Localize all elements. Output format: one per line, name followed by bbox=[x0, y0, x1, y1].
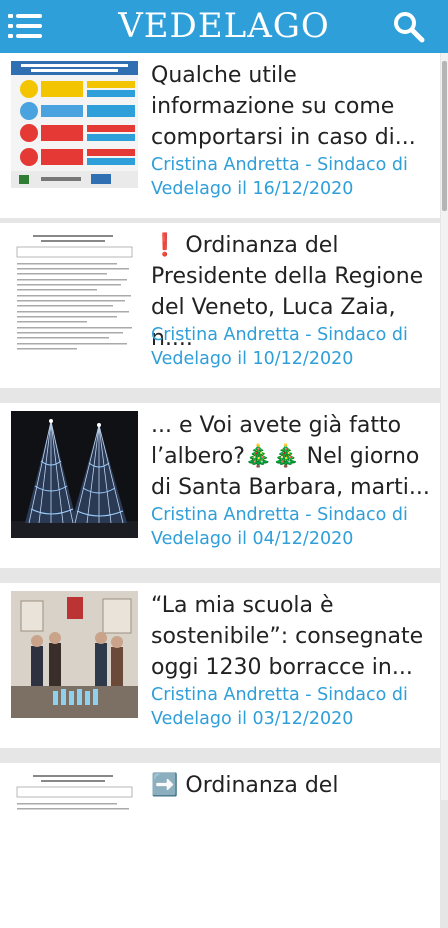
post-thumbnail-school-event bbox=[11, 591, 138, 718]
scrollbar[interactable] bbox=[441, 53, 448, 800]
post-title[interactable]: “La mia scuola è sostenibile”: consegnat… bbox=[151, 590, 437, 683]
post-title[interactable]: ➡️ Ordinanza del bbox=[151, 770, 437, 801]
post-card[interactable]: Qualche utile informazione su come compo… bbox=[0, 53, 440, 218]
post-thumbnail-document bbox=[11, 231, 138, 358]
app-header: VEDELAGO bbox=[0, 0, 448, 53]
post-meta: Cristina Andretta - Sindaco di Vedelago … bbox=[151, 325, 408, 369]
post-thumbnail-covid-infographic bbox=[11, 61, 138, 188]
post-thumbnail-document bbox=[11, 771, 138, 898]
post-meta: Cristina Andretta - Sindaco di Vedelago … bbox=[151, 505, 408, 549]
scrollbar-thumb[interactable] bbox=[442, 61, 447, 211]
post-meta: Cristina Andretta - Sindaco di Vedelago … bbox=[151, 155, 408, 199]
post-title[interactable]: ... e Voi avete già fatto l’albero?🎄🎄 Ne… bbox=[151, 410, 437, 503]
search-icon[interactable] bbox=[392, 10, 426, 44]
post-title[interactable]: Qualche utile informazione su come compo… bbox=[151, 60, 437, 153]
post-card[interactable]: “La mia scuola è sostenibile”: consegnat… bbox=[0, 583, 440, 748]
post-card[interactable]: ... e Voi avete già fatto l’albero?🎄🎄 Ne… bbox=[0, 403, 440, 568]
post-meta: Cristina Andretta - Sindaco di Vedelago … bbox=[151, 685, 408, 729]
app-title: VEDELAGO bbox=[118, 6, 330, 46]
post-card[interactable]: ❗ Ordinanza del Presidente della Regione… bbox=[0, 223, 440, 388]
post-card[interactable]: ➡️ Ordinanza del bbox=[0, 763, 440, 928]
post-thumbnail-christmas-trees bbox=[11, 411, 138, 538]
